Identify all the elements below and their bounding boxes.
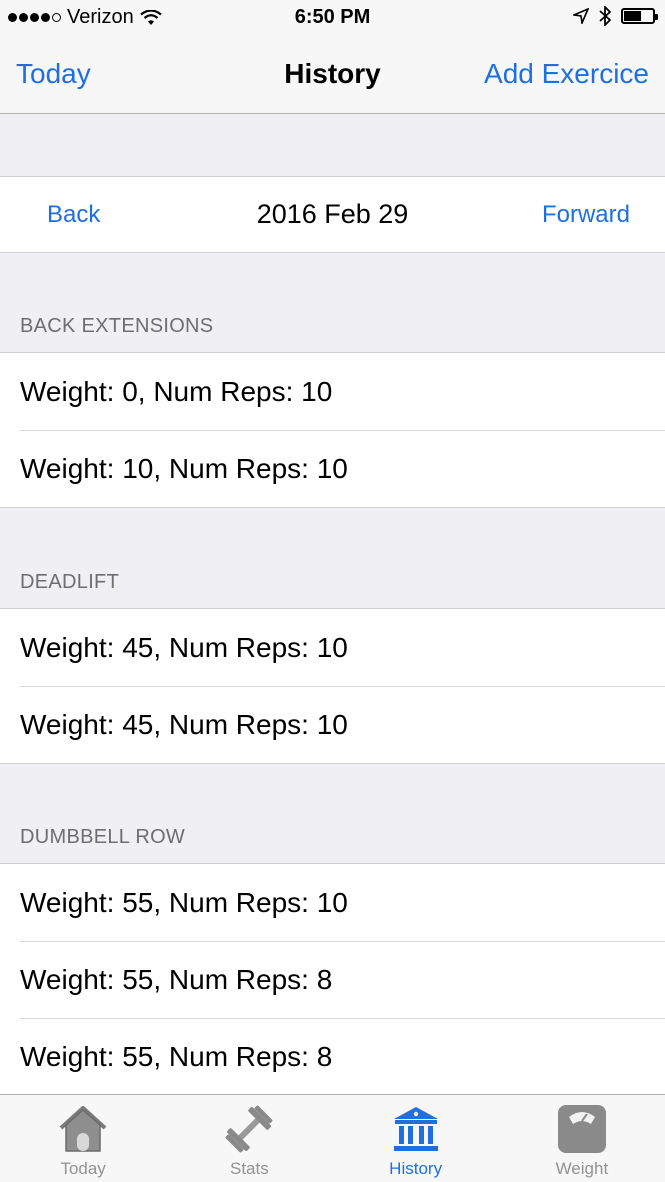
bank-icon xyxy=(393,1107,438,1151)
section-deadlift: Weight: 45, Num Reps: 10 Weight: 45, Num… xyxy=(0,608,665,764)
tab-stats-label: Stats xyxy=(230,1159,269,1178)
forward-button[interactable]: Forward xyxy=(542,201,630,229)
battery-icon xyxy=(621,8,658,24)
tab-bar: Today Stats History Weight xyxy=(0,1094,665,1182)
bluetooth-icon xyxy=(599,6,611,26)
status-time: 6:50 PM xyxy=(294,6,371,28)
list-item[interactable]: Weight: 45, Num Reps: 10 xyxy=(0,686,665,763)
list-item[interactable]: Weight: 55, Num Reps: 8 xyxy=(0,1018,665,1095)
tab-stats[interactable]: Stats xyxy=(166,1095,332,1182)
set-label: Weight: 45, Num Reps: 10 xyxy=(20,709,348,740)
location-arrow-icon xyxy=(573,8,589,24)
tab-history[interactable]: History xyxy=(333,1095,499,1182)
list-item[interactable]: Weight: 55, Num Reps: 8 xyxy=(0,941,665,1018)
set-label: Weight: 0, Num Reps: 10 xyxy=(20,376,333,407)
set-label: Weight: 55, Num Reps: 10 xyxy=(20,887,348,918)
status-bar: Verizon 6:50 PM xyxy=(0,0,665,38)
list-item[interactable]: Weight: 55, Num Reps: 10 xyxy=(0,864,665,941)
section-dumbbell-row: Weight: 55, Num Reps: 10 Weight: 55, Num… xyxy=(0,863,665,1096)
tab-history-label: History xyxy=(389,1159,443,1178)
date-navigator: Back 2016 Feb 29 Forward xyxy=(0,176,665,253)
set-label: Weight: 45, Num Reps: 10 xyxy=(20,632,348,663)
set-label: Weight: 55, Num Reps: 8 xyxy=(20,1041,333,1072)
scale-icon xyxy=(557,1105,606,1153)
list-item[interactable]: Weight: 45, Num Reps: 10 xyxy=(0,609,665,686)
dumbbell-icon xyxy=(225,1105,273,1153)
section-back-extensions: Weight: 0, Num Reps: 10 Weight: 10, Num … xyxy=(0,352,665,508)
add-exercise-button[interactable]: Add Exercice xyxy=(484,58,649,90)
list-item[interactable]: Weight: 0, Num Reps: 10 xyxy=(0,353,665,430)
section-header-dumbbell-row: DUMBBELL ROW xyxy=(20,826,186,848)
section-header-deadlift: DEADLIFT xyxy=(20,571,120,593)
list-item[interactable]: Weight: 10, Num Reps: 10 xyxy=(0,430,665,507)
status-right xyxy=(573,6,658,26)
tab-weight[interactable]: Weight xyxy=(499,1095,665,1182)
section-header-back-extensions: BACK EXTENSIONS xyxy=(20,315,214,337)
house-icon xyxy=(59,1106,107,1152)
set-label: Weight: 10, Num Reps: 10 xyxy=(20,453,348,484)
tab-today[interactable]: Today xyxy=(0,1095,166,1182)
tab-today-label: Today xyxy=(60,1159,106,1178)
tab-weight-label: Weight xyxy=(555,1159,609,1178)
set-label: Weight: 55, Num Reps: 8 xyxy=(20,964,333,995)
navigation-bar: Today History Add Exercice xyxy=(0,38,665,114)
